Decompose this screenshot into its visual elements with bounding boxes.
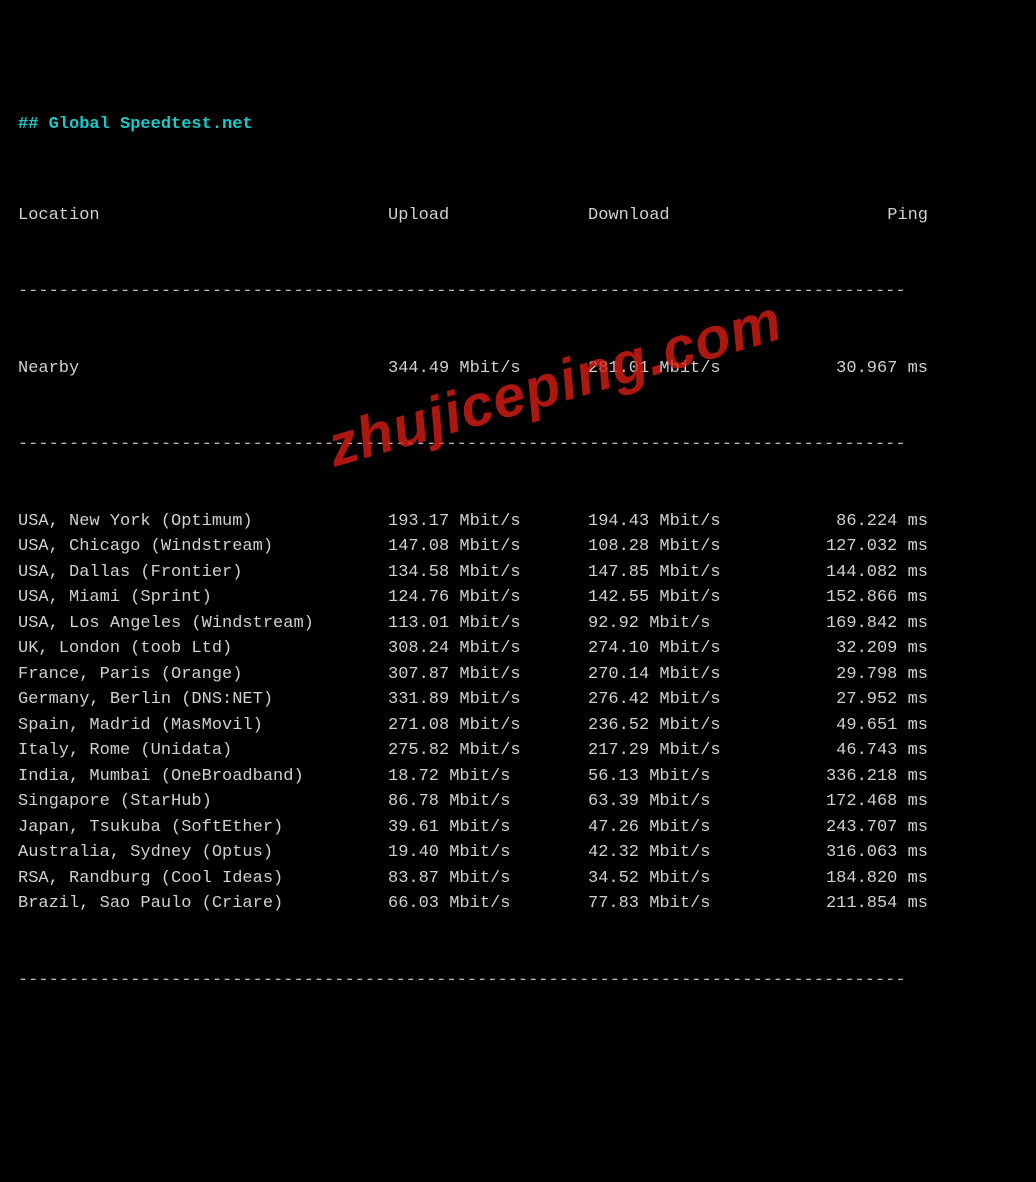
header-ping: Ping [788,203,958,229]
cell-upload: 19.40 Mbit/s [388,840,588,866]
cell-ping: 184.820 ms [788,866,958,892]
section-title: ## Global Speedtest.net [18,112,1018,138]
cell-download: 217.29 Mbit/s [588,738,788,764]
cell-upload: 308.24 Mbit/s [388,636,588,662]
cell-upload: 193.17 Mbit/s [388,509,588,535]
table-row: USA, Miami (Sprint)124.76 Mbit/s142.55 M… [18,585,1018,611]
cell-download: 274.10 Mbit/s [588,636,788,662]
cell-ping: 86.224 ms [788,509,958,535]
cell-download: 142.55 Mbit/s [588,585,788,611]
table-body: USA, New York (Optimum)193.17 Mbit/s194.… [18,509,1018,917]
cell-location: Italy, Rome (Unidata) [18,738,388,764]
cell-download: 77.83 Mbit/s [588,891,788,917]
cell-location: USA, Chicago (Windstream) [18,534,388,560]
nearby-ping: 30.967 ms [788,356,958,382]
cell-download: 236.52 Mbit/s [588,713,788,739]
cell-location: Japan, Tsukuba (SoftEther) [18,815,388,841]
header-download: Download [588,203,788,229]
cell-location: Germany, Berlin (DNS:NET) [18,687,388,713]
table-row: USA, Dallas (Frontier)134.58 Mbit/s147.8… [18,560,1018,586]
cell-location: France, Paris (Orange) [18,662,388,688]
cell-download: 92.92 Mbit/s [588,611,788,637]
cell-upload: 113.01 Mbit/s [388,611,588,637]
cell-upload: 147.08 Mbit/s [388,534,588,560]
cell-upload: 124.76 Mbit/s [388,585,588,611]
table-row: Italy, Rome (Unidata)275.82 Mbit/s217.29… [18,738,1018,764]
cell-location: USA, Los Angeles (Windstream) [18,611,388,637]
cell-upload: 83.87 Mbit/s [388,866,588,892]
divider: ----------------------------------------… [18,432,1018,458]
cell-download: 34.52 Mbit/s [588,866,788,892]
cell-upload: 86.78 Mbit/s [388,789,588,815]
table-row: USA, Los Angeles (Windstream)113.01 Mbit… [18,611,1018,637]
cell-ping: 29.798 ms [788,662,958,688]
cell-download: 47.26 Mbit/s [588,815,788,841]
cell-location: Brazil, Sao Paulo (Criare) [18,891,388,917]
table-row: Germany, Berlin (DNS:NET)331.89 Mbit/s27… [18,687,1018,713]
cell-location: Spain, Madrid (MasMovil) [18,713,388,739]
cell-ping: 172.468 ms [788,789,958,815]
table-row: Australia, Sydney (Optus)19.40 Mbit/s42.… [18,840,1018,866]
cell-location: Australia, Sydney (Optus) [18,840,388,866]
cell-ping: 49.651 ms [788,713,958,739]
cell-location: UK, London (toob Ltd) [18,636,388,662]
cell-download: 56.13 Mbit/s [588,764,788,790]
nearby-row: Nearby 344.49 Mbit/s 281.01 Mbit/s 30.96… [18,356,1018,382]
table-row: India, Mumbai (OneBroadband)18.72 Mbit/s… [18,764,1018,790]
table-row: France, Paris (Orange)307.87 Mbit/s270.1… [18,662,1018,688]
table-row: Spain, Madrid (MasMovil)271.08 Mbit/s236… [18,713,1018,739]
cell-ping: 316.063 ms [788,840,958,866]
cell-ping: 211.854 ms [788,891,958,917]
table-row: USA, New York (Optimum)193.17 Mbit/s194.… [18,509,1018,535]
cell-upload: 18.72 Mbit/s [388,764,588,790]
cell-download: 147.85 Mbit/s [588,560,788,586]
cell-ping: 152.866 ms [788,585,958,611]
table-header-row: Location Upload Download Ping [18,203,1018,229]
cell-ping: 336.218 ms [788,764,958,790]
divider: ----------------------------------------… [18,968,1018,994]
table-row: RSA, Randburg (Cool Ideas)83.87 Mbit/s34… [18,866,1018,892]
table-row: UK, London (toob Ltd)308.24 Mbit/s274.10… [18,636,1018,662]
cell-upload: 134.58 Mbit/s [388,560,588,586]
cell-ping: 32.209 ms [788,636,958,662]
nearby-download: 281.01 Mbit/s [588,356,788,382]
cell-upload: 39.61 Mbit/s [388,815,588,841]
header-upload: Upload [388,203,588,229]
cell-ping: 27.952 ms [788,687,958,713]
cell-upload: 331.89 Mbit/s [388,687,588,713]
cell-location: USA, Dallas (Frontier) [18,560,388,586]
watermark-text: zhujiceping.com [317,277,792,490]
table-row: Brazil, Sao Paulo (Criare)66.03 Mbit/s77… [18,891,1018,917]
cell-upload: 307.87 Mbit/s [388,662,588,688]
cell-download: 276.42 Mbit/s [588,687,788,713]
table-row: Singapore (StarHub)86.78 Mbit/s63.39 Mbi… [18,789,1018,815]
cell-download: 108.28 Mbit/s [588,534,788,560]
nearby-location: Nearby [18,356,388,382]
header-location: Location [18,203,388,229]
cell-ping: 127.032 ms [788,534,958,560]
cell-location: Singapore (StarHub) [18,789,388,815]
table-row: USA, Chicago (Windstream)147.08 Mbit/s10… [18,534,1018,560]
cell-upload: 271.08 Mbit/s [388,713,588,739]
cell-download: 63.39 Mbit/s [588,789,788,815]
cell-location: India, Mumbai (OneBroadband) [18,764,388,790]
cell-download: 270.14 Mbit/s [588,662,788,688]
cell-ping: 169.842 ms [788,611,958,637]
cell-download: 194.43 Mbit/s [588,509,788,535]
divider: ----------------------------------------… [18,279,1018,305]
table-row: Japan, Tsukuba (SoftEther)39.61 Mbit/s47… [18,815,1018,841]
cell-upload: 275.82 Mbit/s [388,738,588,764]
cell-ping: 243.707 ms [788,815,958,841]
cell-ping: 144.082 ms [788,560,958,586]
cell-upload: 66.03 Mbit/s [388,891,588,917]
nearby-upload: 344.49 Mbit/s [388,356,588,382]
cell-location: RSA, Randburg (Cool Ideas) [18,866,388,892]
cell-location: USA, New York (Optimum) [18,509,388,535]
cell-download: 42.32 Mbit/s [588,840,788,866]
cell-location: USA, Miami (Sprint) [18,585,388,611]
cell-ping: 46.743 ms [788,738,958,764]
